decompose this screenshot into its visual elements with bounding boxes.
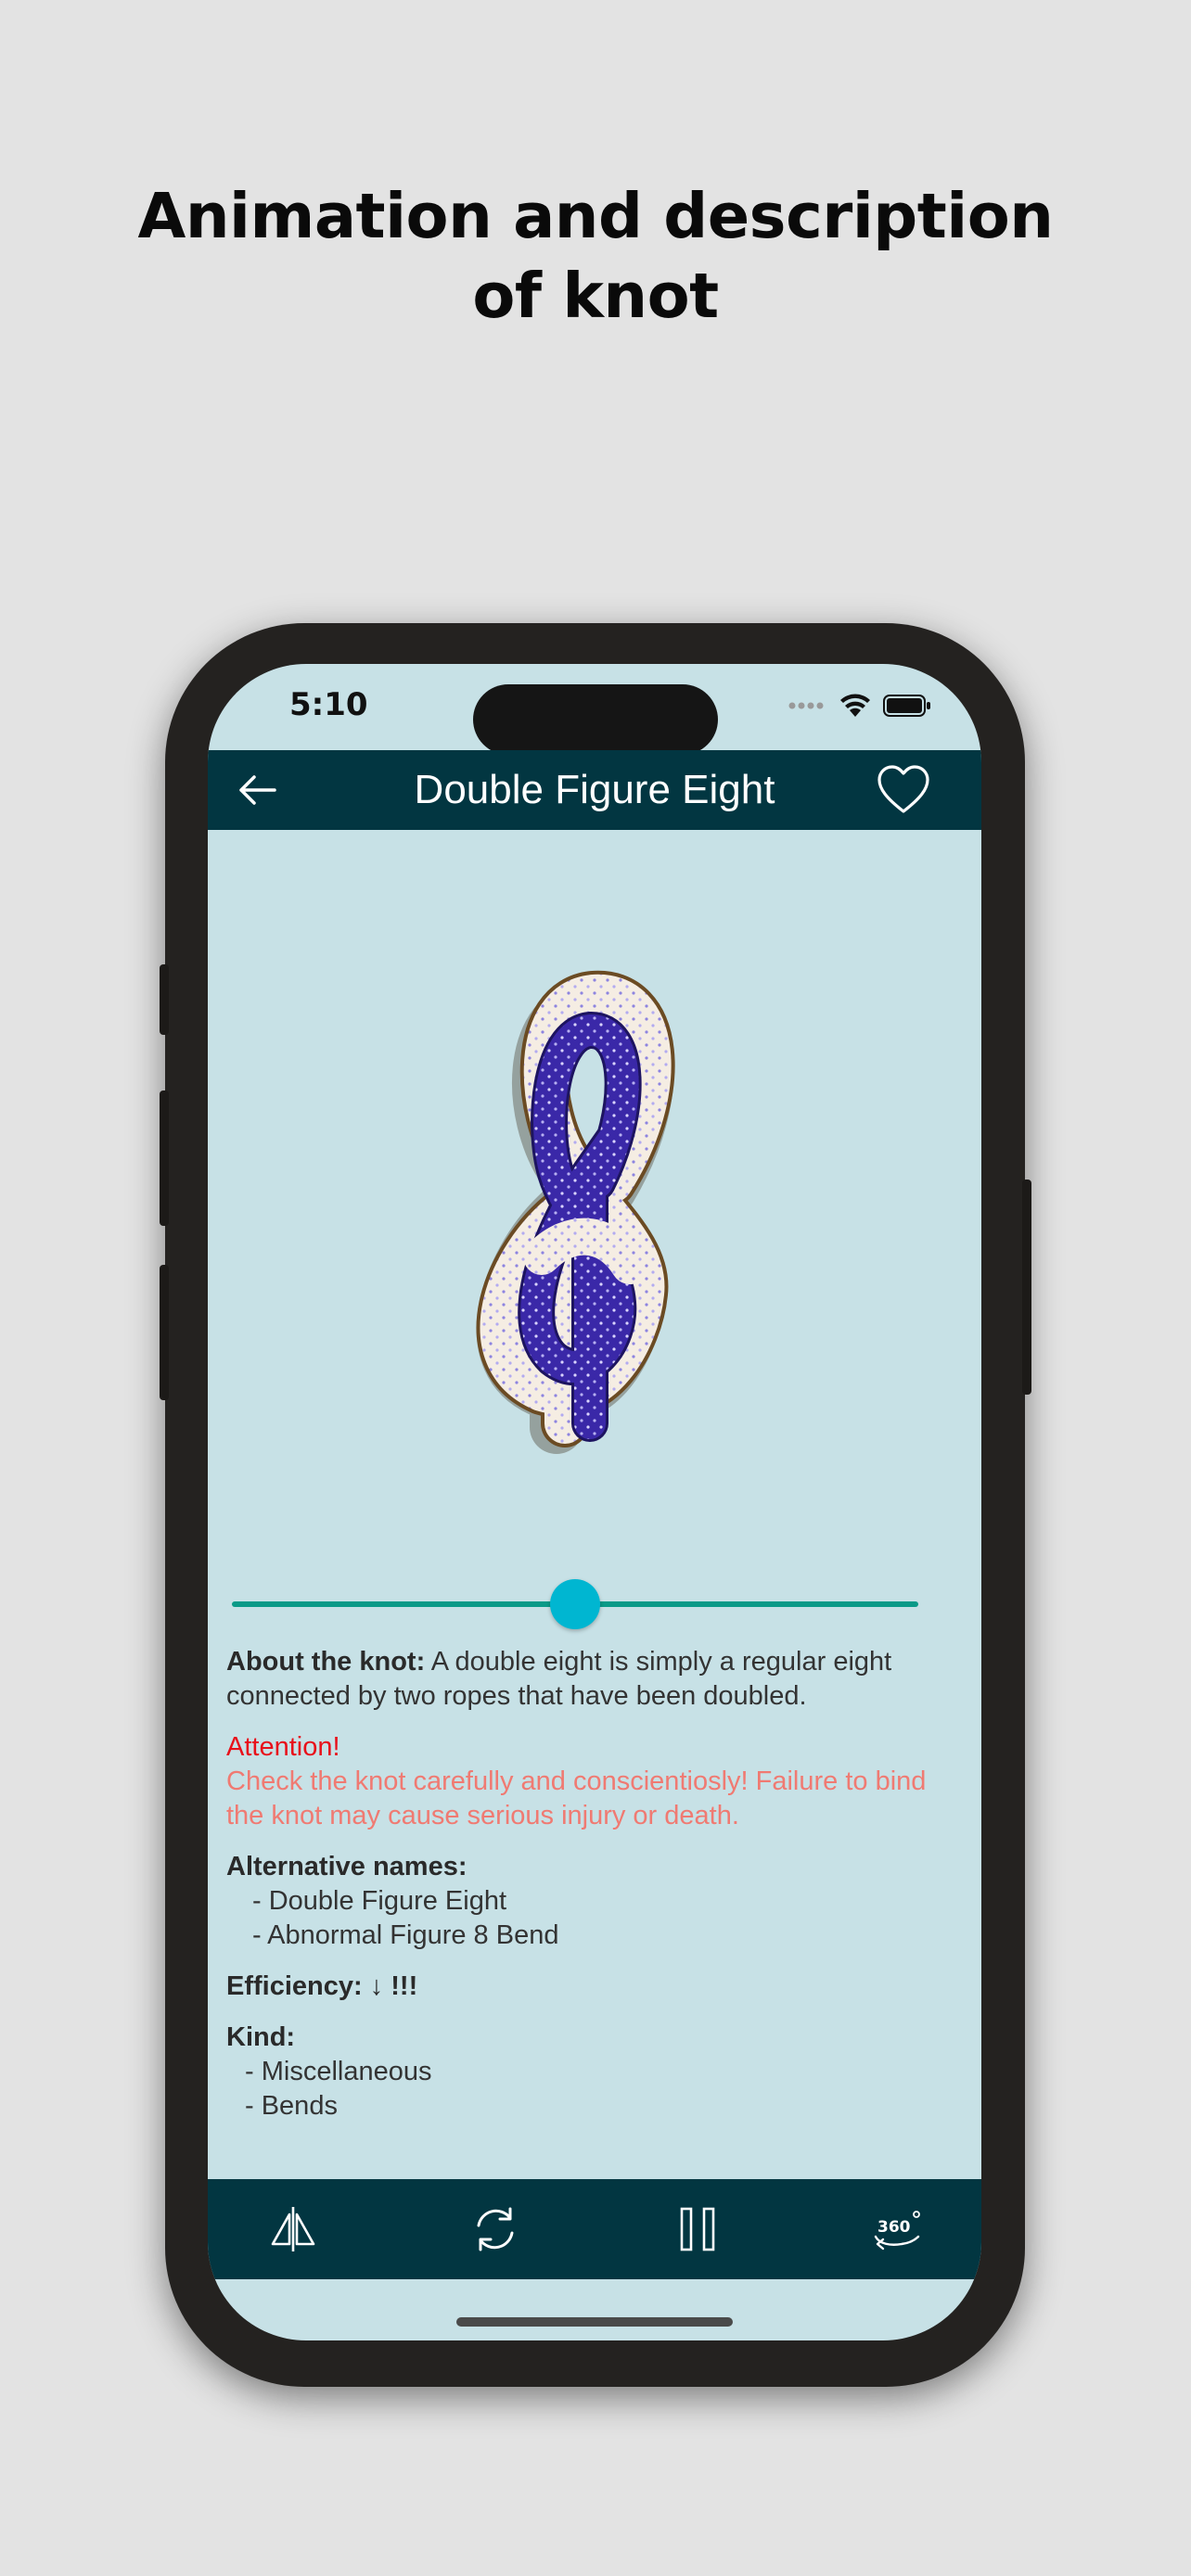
battery-icon: [883, 695, 930, 717]
promo-headline-line2: of knot: [472, 260, 719, 332]
alternative-name-item: - Abnormal Figure 8 Bend: [252, 1920, 559, 1950]
pause-icon: [680, 2207, 715, 2251]
phone-power-button: [1022, 1180, 1031, 1395]
knot-animation[interactable]: [208, 830, 981, 1535]
status-time: 5:10: [289, 686, 368, 723]
heart-outline-icon: [877, 765, 929, 813]
mirror-button[interactable]: [265, 2201, 321, 2257]
kind-label: Kind:: [226, 2022, 296, 2052]
view-360-icon: 360: [874, 2211, 920, 2251]
back-button[interactable]: [234, 766, 282, 814]
view-360-button[interactable]: 360: [870, 2201, 926, 2257]
app-bar: Double Figure Eight: [208, 750, 981, 830]
phone-volume-up: [160, 1090, 169, 1226]
bottom-toolbar: 360: [208, 2179, 981, 2279]
arrow-left-icon: [239, 775, 276, 805]
promo-headline: Animation and description of knot: [0, 176, 1191, 336]
signal-dots-icon: [788, 702, 824, 709]
slider-thumb[interactable]: [550, 1579, 600, 1629]
about-section: About the knot: A double eight is simply…: [226, 1645, 968, 1714]
rotate-icon: [477, 2207, 514, 2251]
knot-illustration: [476, 970, 675, 1454]
promo-headline-line1: Animation and description: [137, 180, 1054, 252]
alternative-name-item: - Double Figure Eight: [252, 1886, 507, 1916]
phone-volume-down: [160, 1265, 169, 1400]
alternative-names-label: Alternative names:: [226, 1852, 467, 1881]
phone-screen: 5:10 Double Figure Eight About the knot:…: [208, 664, 981, 2340]
animation-progress-slider[interactable]: [232, 1579, 918, 1629]
favorite-button[interactable]: [876, 763, 931, 817]
status-bar: 5:10: [208, 664, 981, 755]
status-icons: [788, 692, 931, 720]
page-title: Double Figure Eight: [414, 767, 775, 812]
phone-mute-switch: [160, 964, 169, 1035]
wifi-icon: [840, 694, 870, 717]
kind-item: - Bends: [245, 2091, 338, 2121]
home-indicator[interactable]: [456, 2317, 733, 2327]
kind-item: - Miscellaneous: [245, 2057, 432, 2086]
knot-description: About the knot: A double eight is simply…: [226, 1645, 968, 2123]
attention-title: Attention!: [226, 1732, 340, 1762]
view-360-text: 360: [877, 2218, 911, 2237]
dynamic-island: [473, 684, 718, 755]
about-label: About the knot:: [226, 1647, 426, 1677]
mirror-flip-icon: [271, 2207, 315, 2251]
pause-button[interactable]: [670, 2201, 725, 2257]
rotate-button[interactable]: [467, 2201, 523, 2257]
efficiency-label: Efficiency: ↓ !!!: [226, 1971, 418, 2001]
attention-text: Check the knot carefully and conscientio…: [226, 1766, 927, 1830]
